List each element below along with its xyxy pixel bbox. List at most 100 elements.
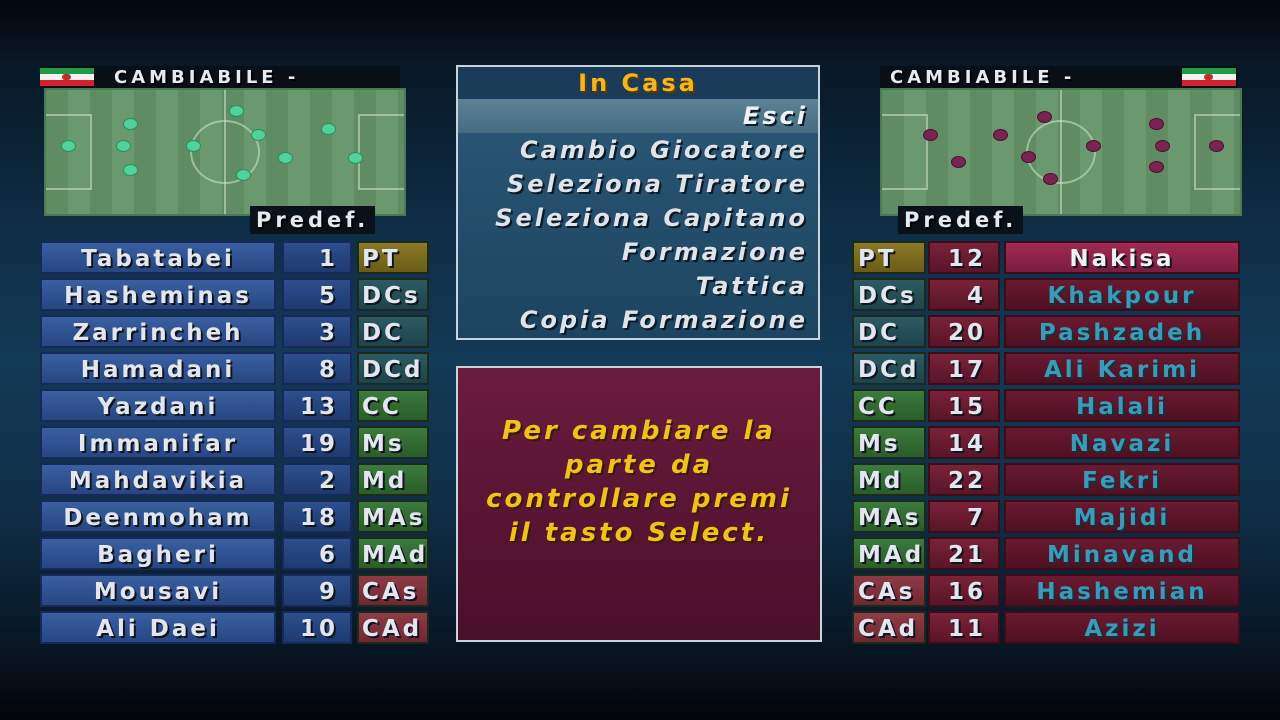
player-dot xyxy=(1210,141,1223,151)
player-dot xyxy=(1150,162,1163,172)
player-position: CAs xyxy=(852,574,926,607)
player-number: 22 xyxy=(928,463,1000,496)
away-header: CAMBIABILE - xyxy=(880,66,1238,88)
player-name: Hamadani xyxy=(40,352,276,385)
player-dot xyxy=(237,170,250,180)
player-name: Khakpour xyxy=(1004,278,1240,311)
player-name: Mousavi xyxy=(40,574,276,607)
player-position: CC xyxy=(852,389,926,422)
menu-item-formazione[interactable]: Formazione xyxy=(458,235,818,269)
menu-title: In Casa xyxy=(458,67,818,99)
player-position: CAd xyxy=(852,611,926,644)
player-name: Ali Karimi xyxy=(1004,352,1240,385)
player-number: 1 xyxy=(282,241,352,274)
player-position: MAs xyxy=(357,500,429,533)
player-dot xyxy=(1087,141,1100,151)
player-number: 4 xyxy=(928,278,1000,311)
player-number: 18 xyxy=(282,500,352,533)
player-name: Mahdavikia xyxy=(40,463,276,496)
player-position: Ms xyxy=(357,426,429,459)
player-position: Md xyxy=(852,463,926,496)
player-name: Deenmoham xyxy=(40,500,276,533)
player-position: CAs xyxy=(357,574,429,607)
player-dot xyxy=(187,141,200,151)
player-position: DC xyxy=(357,315,429,348)
away-formation-label[interactable]: Predef. xyxy=(898,206,1024,234)
player-number: 13 xyxy=(282,389,352,422)
player-name: Majidi xyxy=(1004,500,1240,533)
player-position: Ms xyxy=(852,426,926,459)
player-position: MAs xyxy=(852,500,926,533)
player-number: 8 xyxy=(282,352,352,385)
player-dot xyxy=(230,106,243,116)
player-name: Bagheri xyxy=(40,537,276,570)
player-dot xyxy=(1156,141,1169,151)
player-dot xyxy=(124,165,137,175)
menu-item-tattica[interactable]: Tattica xyxy=(458,269,818,303)
player-name: Immanifar xyxy=(40,426,276,459)
player-position: CAd xyxy=(357,611,429,644)
home-formation-pitch[interactable] xyxy=(44,88,406,216)
player-position: MAd xyxy=(852,537,926,570)
player-dot xyxy=(994,130,1007,140)
player-position: DCd xyxy=(852,352,926,385)
player-name: Navazi xyxy=(1004,426,1240,459)
player-dot xyxy=(349,153,362,163)
player-name: Yazdani xyxy=(40,389,276,422)
player-number: 9 xyxy=(282,574,352,607)
player-name: Minavand xyxy=(1004,537,1240,570)
player-position: MAd xyxy=(357,537,429,570)
player-dot xyxy=(924,130,937,140)
player-number: 2 xyxy=(282,463,352,496)
player-name: Hasheminas xyxy=(40,278,276,311)
away-formation-pitch[interactable] xyxy=(880,88,1242,216)
menu-item-copia-formazione[interactable]: Copia Formazione xyxy=(458,303,818,337)
player-position: DCd xyxy=(357,352,429,385)
help-message: Per cambiare la parte da controllare pre… xyxy=(486,416,792,548)
menu-item-seleziona-tiratore[interactable]: Seleziona Tiratore xyxy=(458,167,818,201)
player-position: DCs xyxy=(852,278,926,311)
player-number: 17 xyxy=(928,352,1000,385)
player-position: PT xyxy=(357,241,429,274)
player-number: 5 xyxy=(282,278,352,311)
player-dot xyxy=(117,141,130,151)
player-dot xyxy=(322,124,335,134)
menu-item-seleziona-capitano[interactable]: Seleziona Capitano xyxy=(458,201,818,235)
home-formation-label[interactable]: Predef. xyxy=(250,206,376,234)
player-position: CC xyxy=(357,389,429,422)
player-number: 16 xyxy=(928,574,1000,607)
iran-flag-icon xyxy=(1182,68,1236,86)
player-position: Md xyxy=(357,463,429,496)
player-number: 14 xyxy=(928,426,1000,459)
player-number: 10 xyxy=(282,611,352,644)
player-name: Azizi xyxy=(1004,611,1240,644)
player-name: Fekri xyxy=(1004,463,1240,496)
player-number: 11 xyxy=(928,611,1000,644)
player-dot xyxy=(1022,152,1035,162)
player-dot xyxy=(62,141,75,151)
menu-item-esci[interactable]: Esci xyxy=(458,99,818,133)
menu-item-cambio-giocatore[interactable]: Cambio Giocatore xyxy=(458,133,818,167)
player-name: Tabatabei xyxy=(40,241,276,274)
player-name: Nakisa xyxy=(1004,241,1240,274)
home-header: CAMBIABILE - xyxy=(40,66,400,88)
player-position: DC xyxy=(852,315,926,348)
player-number: 6 xyxy=(282,537,352,570)
pitch-center-circle xyxy=(1026,120,1096,184)
player-number: 19 xyxy=(282,426,352,459)
player-number: 12 xyxy=(928,241,1000,274)
player-number: 15 xyxy=(928,389,1000,422)
help-panel: Per cambiare la parte da controllare pre… xyxy=(456,366,822,642)
player-position: PT xyxy=(852,241,926,274)
player-dot xyxy=(952,157,965,167)
player-number: 3 xyxy=(282,315,352,348)
player-dot xyxy=(124,119,137,129)
player-name: Ali Daei xyxy=(40,611,276,644)
player-number: 21 xyxy=(928,537,1000,570)
player-dot xyxy=(1038,112,1051,122)
player-dot xyxy=(252,130,265,140)
player-name: Pashzadeh xyxy=(1004,315,1240,348)
player-dot xyxy=(1044,174,1057,184)
player-name: Zarrincheh xyxy=(40,315,276,348)
pitch-box-right xyxy=(1194,114,1240,190)
